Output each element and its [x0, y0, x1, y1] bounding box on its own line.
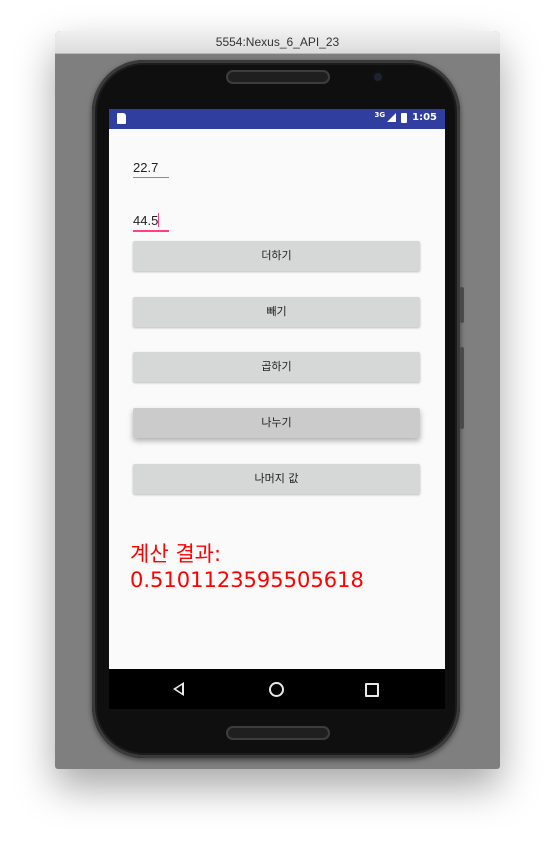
status-time: 1:05 — [412, 112, 437, 123]
battery-icon — [401, 112, 408, 123]
home-icon[interactable] — [269, 682, 284, 697]
camera-icon — [374, 73, 382, 81]
result-text: 계산 결과: 0.5101123595505618 — [130, 541, 430, 593]
back-icon[interactable] — [173, 682, 184, 696]
navigation-bar — [109, 669, 445, 709]
status-bar: 3G 1:05 — [109, 109, 445, 129]
signal-icon — [387, 113, 397, 122]
number2-value: 44.5 — [133, 213, 159, 228]
multiply-button[interactable]: 곱하기 — [133, 352, 420, 382]
network-type: 3G — [374, 110, 386, 119]
bottom-speaker — [226, 726, 330, 740]
window-title: 5554:Nexus_6_API_23 — [55, 31, 500, 54]
text-cursor — [158, 213, 160, 227]
power-key[interactable] — [460, 287, 464, 323]
calculator-app: 22.7 44.5 더하기 빼기 곱하기 나누기 나머지 값 계산 결과: 0.… — [109, 129, 445, 669]
number2-input[interactable]: 44.5 — [133, 213, 169, 232]
number1-value: 22.7 — [133, 160, 159, 175]
result-value: 0.5101123595505618 — [130, 568, 364, 592]
phone-frame: 3G 1:05 22.7 44.5 더하기 빼기 곱하기 나누기 나머지 값 계… — [92, 60, 460, 758]
top-speaker — [226, 70, 330, 84]
sd-card-icon — [117, 113, 126, 124]
result-label: 계산 결과: — [130, 542, 222, 566]
phone-screen: 3G 1:05 22.7 44.5 더하기 빼기 곱하기 나누기 나머지 값 계… — [109, 109, 445, 709]
emulator-window: 5554:Nexus_6_API_23 3G 1:05 22.7 44.5 더하… — [55, 31, 500, 769]
volume-key[interactable] — [460, 347, 464, 429]
divide-button[interactable]: 나누기 — [133, 408, 420, 438]
number1-input[interactable]: 22.7 — [133, 160, 169, 178]
remainder-button[interactable]: 나머지 값 — [133, 464, 420, 494]
status-icons: 3G 1:05 — [374, 110, 438, 124]
add-button[interactable]: 더하기 — [133, 241, 420, 271]
recents-icon[interactable] — [365, 683, 379, 697]
subtract-button[interactable]: 빼기 — [133, 297, 420, 327]
